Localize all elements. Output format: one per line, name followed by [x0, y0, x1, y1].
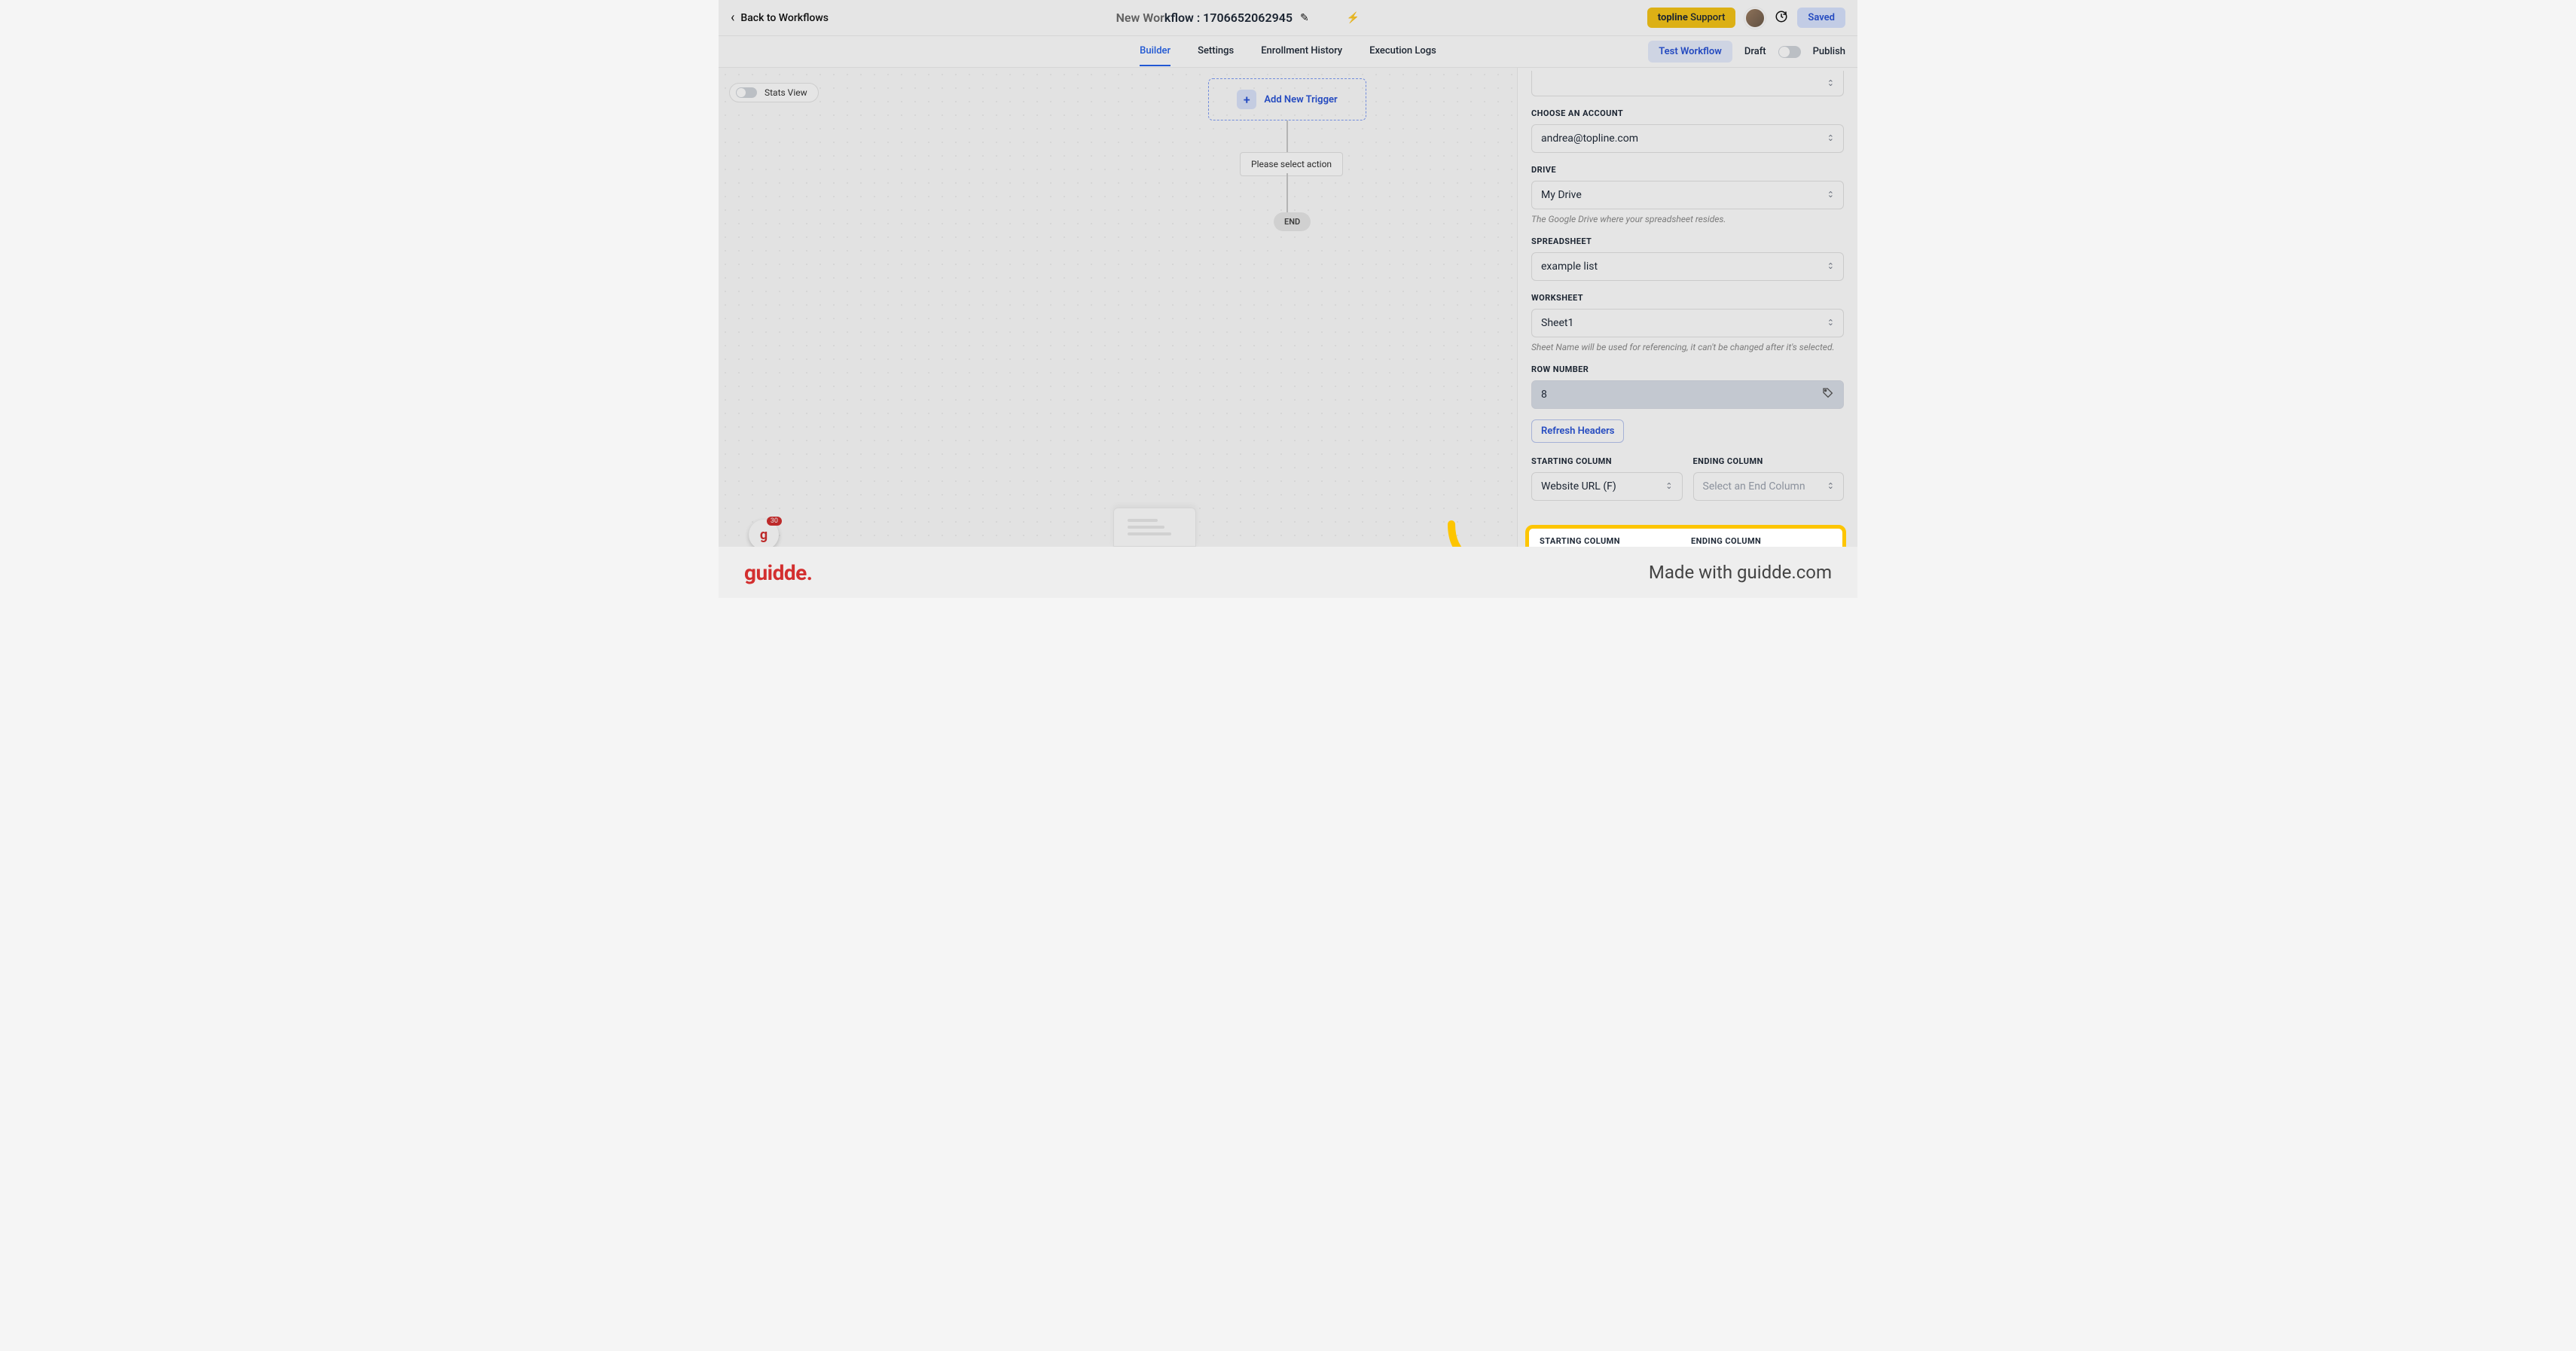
- tabs-row: Builder Settings Enrollment History Exec…: [719, 36, 1857, 68]
- add-new-trigger[interactable]: + Add New Trigger: [1208, 78, 1366, 120]
- back-label: Back to Workflows: [740, 12, 829, 24]
- stats-view-toggle[interactable]: Stats View: [729, 83, 819, 102]
- connector-line: [1286, 173, 1288, 212]
- trigger-config-panel: ⌃⌄ CHOOSE AN ACCOUNT andrea@topline.com …: [1517, 68, 1857, 547]
- spreadsheet-select[interactable]: example list ⌃⌄: [1531, 252, 1844, 281]
- select-action-node[interactable]: Please select action: [1240, 152, 1343, 176]
- refresh-headers-button[interactable]: Refresh Headers: [1531, 419, 1624, 443]
- guidde-logo: guidde.: [744, 560, 812, 585]
- row-number-value: 8: [1541, 389, 1547, 401]
- choose-account-select[interactable]: andrea@topline.com ⌃⌄: [1531, 124, 1844, 153]
- select-value: My Drive: [1541, 189, 1582, 201]
- plus-icon: +: [1237, 90, 1256, 109]
- drive-hint: The Google Drive where your spreadsheet …: [1531, 214, 1844, 224]
- widget-badge: 30: [767, 517, 782, 526]
- select-value: Website URL (F): [1541, 480, 1616, 493]
- placeholder-line: [1128, 532, 1171, 535]
- choose-account-label: CHOOSE AN ACCOUNT: [1531, 108, 1844, 118]
- watermark-footer: guidde. Made with guidde.com: [719, 547, 1857, 598]
- connector-line: [1286, 120, 1288, 152]
- select-placeholder: Select an End Column: [1703, 480, 1805, 493]
- row-number-label: ROW NUMBER: [1531, 364, 1844, 374]
- spreadsheet-label: SPREADSHEET: [1531, 236, 1844, 246]
- edit-title-icon[interactable]: ✎: [1300, 12, 1309, 24]
- select-value: example list: [1541, 261, 1598, 273]
- select-value: Sheet1: [1541, 317, 1573, 329]
- app-header: ‹ Back to Workflows New Workflow : 17066…: [719, 0, 1857, 36]
- starting-column-label: STARTING COLUMN: [1540, 536, 1680, 546]
- tab-builder[interactable]: Builder: [1140, 37, 1170, 66]
- worksheet-select[interactable]: Sheet1 ⌃⌄: [1531, 309, 1844, 337]
- ending-column-select[interactable]: Select an End Column ⌃⌄: [1693, 472, 1845, 501]
- avatar[interactable]: [1744, 8, 1766, 29]
- test-workflow-button[interactable]: Test Workflow: [1648, 41, 1732, 63]
- back-to-workflows[interactable]: ‹ Back to Workflows: [731, 10, 829, 26]
- worksheet-hint: Sheet Name will be used for referencing,…: [1531, 342, 1844, 352]
- placeholder-line: [1128, 526, 1164, 529]
- publish-label: Publish: [1813, 46, 1845, 57]
- starting-column-label: STARTING COLUMN: [1531, 456, 1683, 466]
- history-icon[interactable]: [1775, 10, 1788, 26]
- action-type-select[interactable]: ⌃⌄: [1531, 71, 1844, 96]
- widget-logo-icon: g: [760, 527, 768, 543]
- tab-enrollment-history[interactable]: Enrollment History: [1261, 37, 1342, 66]
- starting-column-select[interactable]: Website URL (F) ⌃⌄: [1531, 472, 1683, 501]
- bolt-icon: ⚡: [1347, 12, 1360, 24]
- saved-button[interactable]: Saved: [1797, 8, 1845, 28]
- stats-view-label: Stats View: [765, 87, 807, 98]
- placeholder-line: [1128, 519, 1158, 522]
- toggle-icon: [736, 87, 757, 98]
- support-widget[interactable]: g 30: [749, 520, 779, 550]
- tab-settings[interactable]: Settings: [1198, 37, 1234, 66]
- worksheet-label: WORKSHEET: [1531, 293, 1844, 303]
- support-button[interactable]: topline Support: [1647, 8, 1736, 28]
- end-node: END: [1274, 212, 1311, 231]
- drive-label: DRIVE: [1531, 165, 1844, 175]
- row-number-field[interactable]: 8: [1531, 380, 1844, 409]
- workflow-title: New Workflow : 1706652062945: [1116, 11, 1293, 25]
- drive-select[interactable]: My Drive ⌃⌄: [1531, 181, 1844, 209]
- debug-card[interactable]: [1113, 508, 1196, 547]
- tag-icon: [1822, 387, 1834, 402]
- made-with-text: Made with guidde.com: [1649, 562, 1832, 583]
- chevron-left-icon: ‹: [731, 10, 734, 26]
- ending-column-label: ENDING COLUMN: [1693, 456, 1845, 466]
- select-value: [1541, 78, 1543, 90]
- add-trigger-label: Add New Trigger: [1264, 94, 1337, 105]
- tab-execution-logs[interactable]: Execution Logs: [1369, 37, 1436, 66]
- publish-toggle[interactable]: [1778, 46, 1801, 58]
- select-value: andrea@topline.com: [1541, 133, 1638, 145]
- draft-label: Draft: [1744, 46, 1766, 57]
- ending-column-label: ENDING COLUMN: [1691, 536, 1832, 546]
- workflow-canvas[interactable]: Stats View + Add New Trigger Please sele…: [719, 68, 1517, 547]
